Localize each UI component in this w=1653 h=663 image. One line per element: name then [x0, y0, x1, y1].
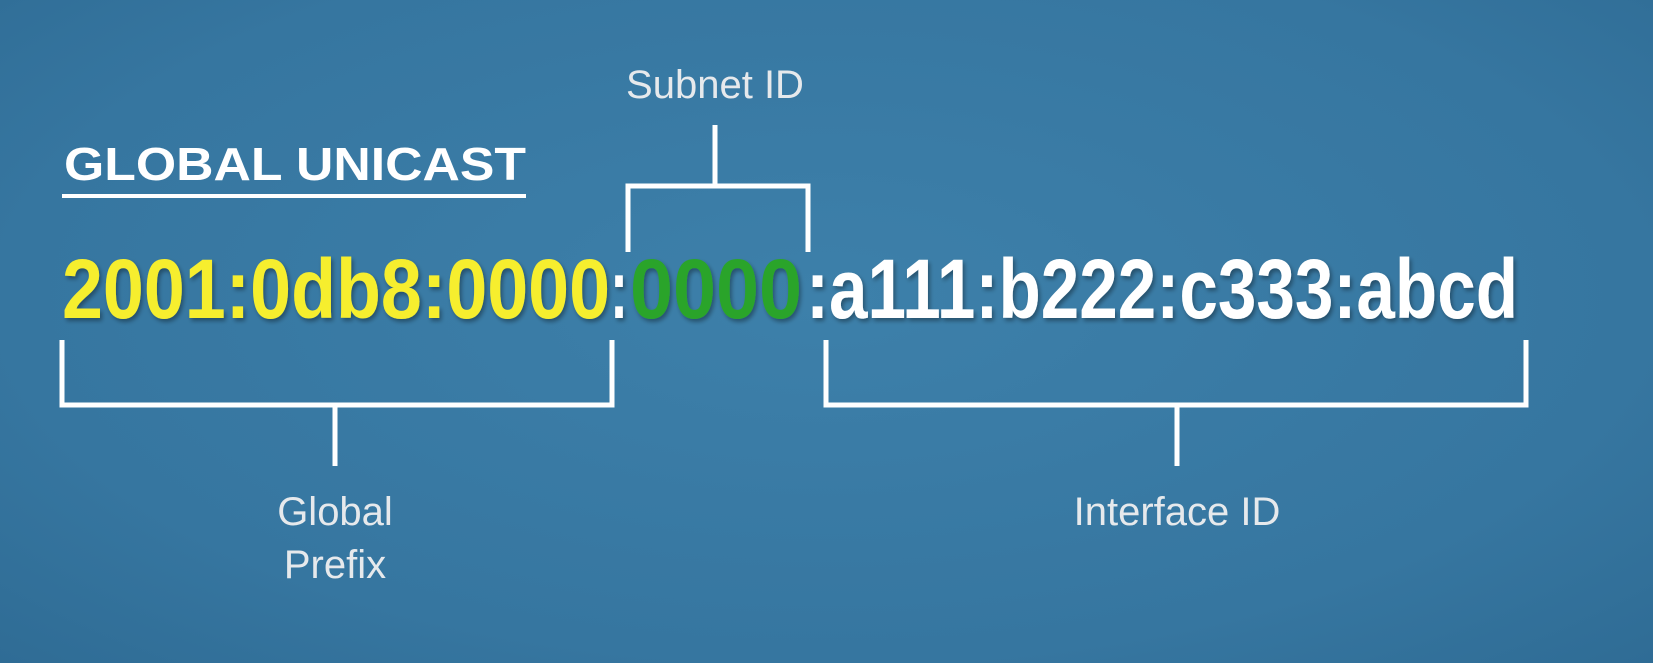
global-prefix-label-line2: Prefix	[284, 543, 386, 587]
interface-id-bracket	[823, 340, 1529, 466]
global-prefix-bracket	[59, 340, 615, 466]
subnet-id-label: Subnet ID	[626, 63, 804, 107]
interface-id-text: :a111:b222:c333:abcd	[806, 242, 1518, 336]
ipv6-diagram: GLOBAL UNICAST Subnet ID 2001:0db8:0000 …	[59, 63, 1529, 587]
subnet-id-text: 0000	[630, 242, 802, 336]
subnet-id-bracket	[625, 125, 811, 252]
diagram-title: GLOBAL UNICAST	[64, 138, 526, 190]
interface-id-label: Interface ID	[1074, 490, 1281, 534]
global-prefix-label-line1: Global	[277, 490, 393, 534]
separator-colon: :	[610, 242, 628, 336]
ipv6-address: 2001:0db8:0000 : 0000 :a111:b222:c333:ab…	[62, 242, 1518, 336]
global-prefix-text: 2001:0db8:0000	[62, 242, 610, 336]
